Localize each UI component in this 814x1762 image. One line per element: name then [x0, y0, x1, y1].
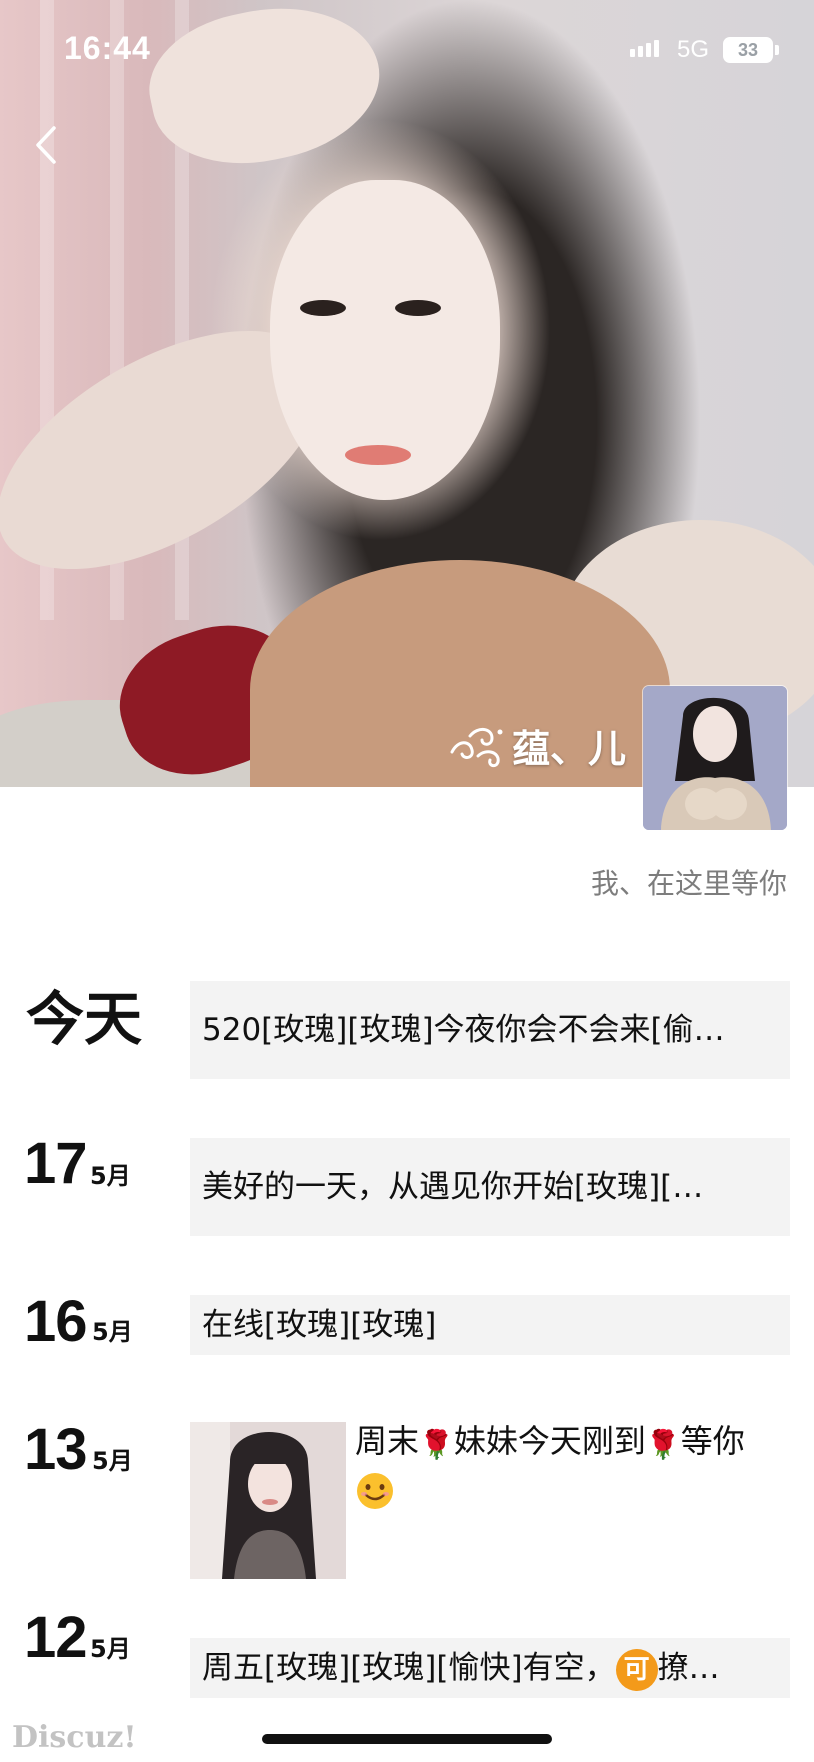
status-time: 16:44 — [64, 30, 151, 66]
post-bubble[interactable]: 周五[玫瑰][玫瑰][愉快]有空，可撩… — [190, 1638, 790, 1698]
post-text-part: 妹妹今天刚到 — [453, 1422, 646, 1460]
post-text[interactable]: 周末🌹妹妹今天刚到🌹等你 — [355, 1419, 785, 1511]
watermark: Discuz! — [12, 1720, 137, 1755]
profile-name-text: 蕴、儿 — [512, 727, 627, 771]
status-bar: 16:44 5G 33 — [0, 0, 814, 100]
profile-name: 蕴、儿 — [448, 718, 626, 773]
home-indicator[interactable] — [262, 1734, 552, 1744]
battery-icon: 33 — [723, 37, 773, 63]
back-button[interactable] — [30, 122, 66, 168]
post-bubble[interactable]: 520[玫瑰][玫瑰]今夜你会不会来[偷… — [190, 981, 790, 1079]
post-bubble[interactable]: 美好的一天，从遇见你开始[玫瑰][… — [190, 1138, 790, 1236]
rose-icon: 🌹 — [419, 1428, 454, 1461]
month-label: 5月 — [92, 1447, 133, 1475]
post-text-prefix: 周五[玫瑰][玫瑰][愉快]有空， — [202, 1650, 616, 1686]
chevron-left-icon — [36, 126, 56, 164]
post-text-part: 周末 — [355, 1422, 420, 1460]
avatar-image — [643, 686, 787, 830]
month-label: 5月 — [92, 1318, 133, 1346]
signal-icon — [630, 40, 659, 57]
day-label-today: 今天 — [26, 985, 143, 1053]
post-text-suffix: 撩… — [657, 1650, 720, 1686]
post-bubble[interactable]: 在线[玫瑰][玫瑰] — [190, 1295, 790, 1355]
post-photo[interactable] — [190, 1422, 346, 1579]
day-number: 16 — [24, 1289, 88, 1354]
day-number: 12 — [24, 1605, 88, 1670]
smile-emoji-icon — [357, 1473, 393, 1509]
post-photo-image — [190, 1422, 346, 1579]
month-label: 5月 — [90, 1635, 131, 1663]
profile-signature: 我、在这里等你 — [590, 867, 787, 900]
day-number: 13 — [24, 1417, 88, 1482]
post-text-part: 等你 — [680, 1422, 745, 1460]
avatar[interactable] — [643, 686, 787, 830]
month-label: 5月 — [90, 1162, 131, 1190]
ke-badge-icon: 可 — [615, 1648, 658, 1691]
rose-icon: 🌹 — [645, 1428, 681, 1461]
network-type: 5G — [677, 36, 710, 63]
swirl-decoration-icon — [450, 727, 503, 767]
battery-tip — [775, 45, 779, 55]
day-number: 17 — [24, 1131, 88, 1196]
cover-photo[interactable] — [0, 0, 814, 787]
